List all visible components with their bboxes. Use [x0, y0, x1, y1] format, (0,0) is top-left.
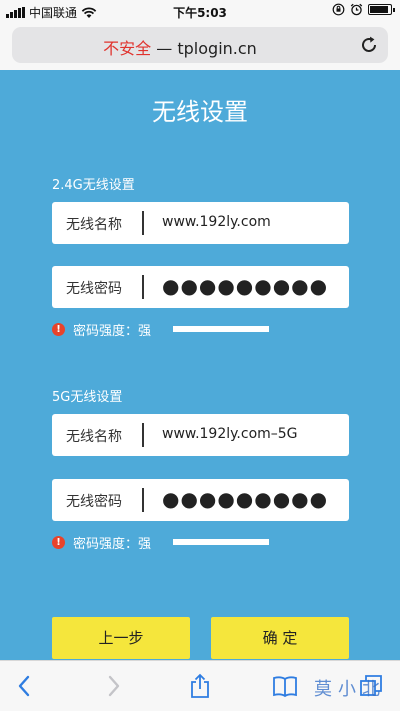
reload-icon[interactable]: [358, 34, 380, 56]
orientation-lock-icon: [332, 3, 345, 16]
page-title: 无线设置: [152, 98, 248, 126]
ssid-field-24g[interactable]: 无线名称 www.192ly.com: [52, 202, 349, 244]
bookmarks-icon[interactable]: [272, 673, 298, 699]
address-text[interactable]: 不安全 — tplogin.cn: [12, 35, 348, 59]
warning-icon: !: [52, 322, 65, 336]
ssid-label: 无线名称: [66, 217, 122, 233]
status-bar: 中国联通 下午5:03: [0, 0, 400, 22]
back-icon[interactable]: [12, 673, 38, 699]
router-setup-page: 无线设置 2.4G无线设置 无线名称 www.192ly.com 无线密码 ●●…: [0, 70, 400, 660]
password-input-5g[interactable]: ●●●●●●●●●: [162, 487, 328, 511]
ssid-input-5g[interactable]: www.192ly.com–5G: [162, 426, 298, 442]
field-divider: [142, 275, 144, 299]
browser-address-area: 不安全 — tplogin.cn: [0, 22, 400, 70]
password-label: 无线密码: [66, 281, 122, 297]
strength-bar: [173, 539, 269, 545]
prev-step-button[interactable]: 上一步: [52, 617, 190, 659]
section-label-5g: 5G无线设置: [52, 390, 123, 405]
ssid-label: 无线名称: [66, 429, 122, 445]
password-strength-24g: ! 密码强度：强: [52, 320, 292, 339]
status-right: [332, 3, 395, 16]
password-input-24g[interactable]: ●●●●●●●●●: [162, 274, 328, 298]
share-icon[interactable]: [187, 673, 213, 699]
address-domain: tplogin.cn: [177, 39, 257, 58]
password-label: 无线密码: [66, 494, 122, 510]
strength-text: 密码强度：强: [73, 536, 152, 552]
strength-text: 密码强度：强: [73, 323, 152, 339]
ssid-input-24g[interactable]: www.192ly.com: [162, 214, 271, 230]
confirm-button[interactable]: 确 定: [211, 617, 349, 659]
section-label-24g: 2.4G无线设置: [52, 178, 135, 193]
browser-toolbar: 莫小北: [0, 660, 400, 711]
ssid-field-5g[interactable]: 无线名称 www.192ly.com–5G: [52, 414, 349, 456]
watermark-text: 莫小北: [314, 679, 386, 700]
password-field-5g[interactable]: 无线密码 ●●●●●●●●●: [52, 479, 349, 521]
warning-icon: !: [52, 535, 65, 549]
field-divider: [142, 488, 144, 512]
strength-bar: [173, 326, 269, 332]
password-field-24g[interactable]: 无线密码 ●●●●●●●●●: [52, 266, 349, 308]
field-divider: [142, 211, 144, 235]
insecure-label: 不安全: [103, 39, 152, 58]
address-bar[interactable]: 不安全 — tplogin.cn: [12, 27, 388, 63]
address-separator: —: [156, 39, 173, 58]
field-divider: [142, 423, 144, 447]
password-strength-5g: ! 密码强度：强: [52, 533, 292, 552]
alarm-icon: [350, 3, 363, 16]
battery-icon: [368, 4, 395, 15]
forward-icon[interactable]: [100, 673, 126, 699]
